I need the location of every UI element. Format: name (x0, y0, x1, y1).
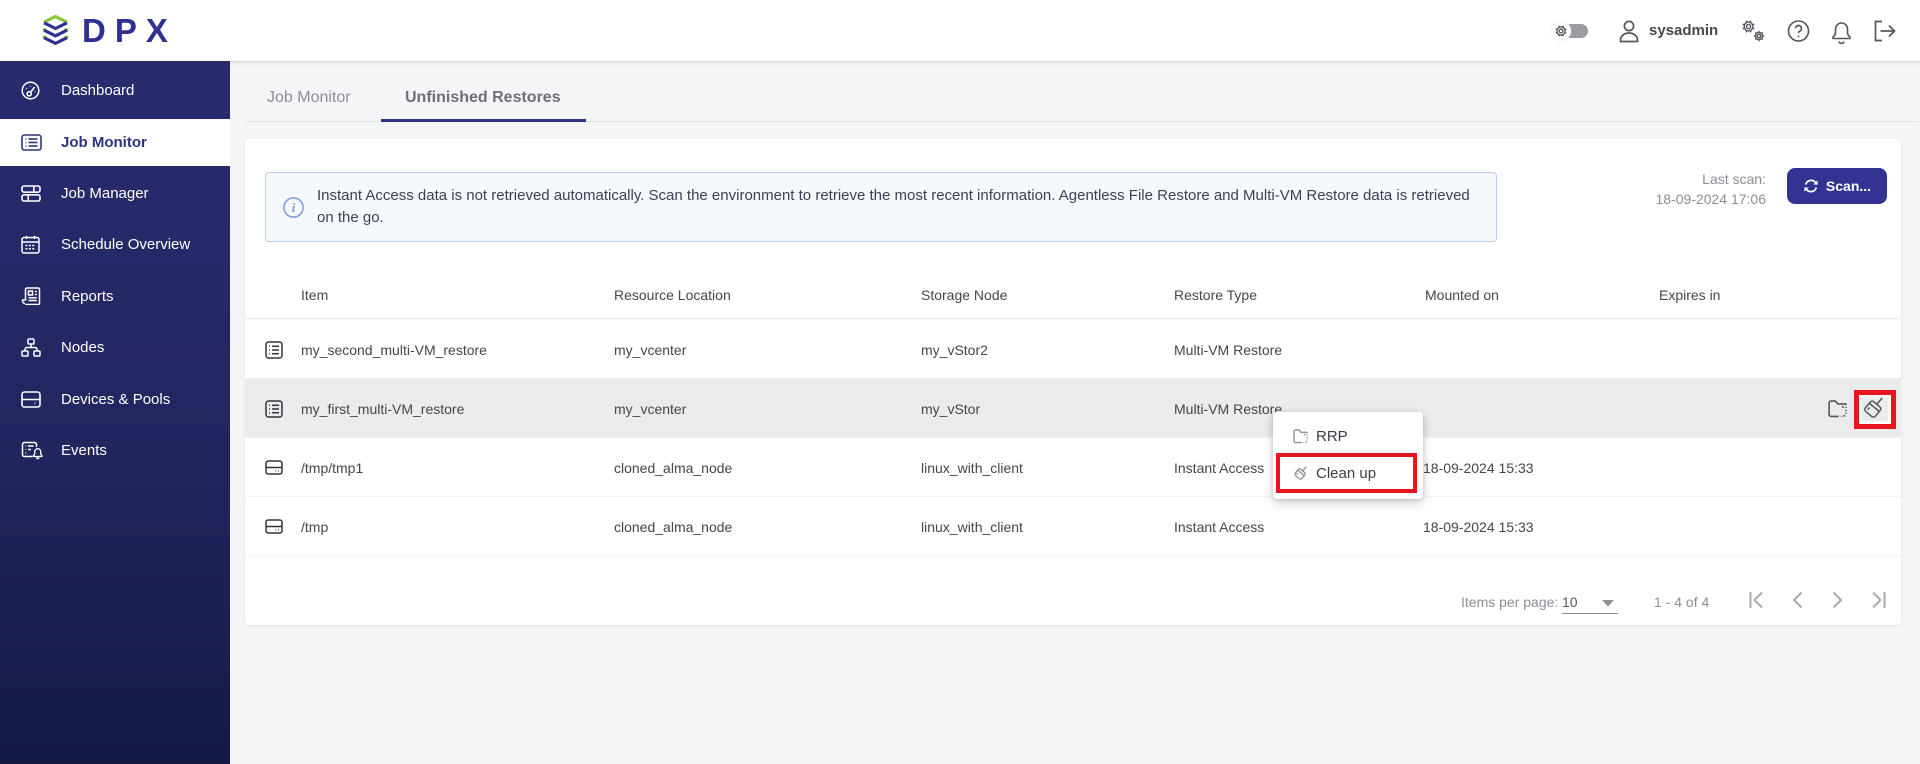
svg-text:i: i (292, 200, 296, 215)
